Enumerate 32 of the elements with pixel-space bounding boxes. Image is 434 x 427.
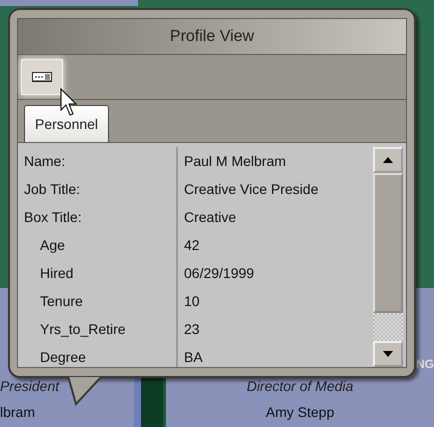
- popup-title: Profile View: [17, 18, 407, 55]
- property-label: Degree: [24, 343, 178, 367]
- box-job-title: President: [0, 378, 60, 394]
- property-label: Job Title:: [24, 175, 178, 203]
- property-value: BA: [183, 348, 204, 367]
- tab[interactable]: Personnel: [24, 105, 110, 142]
- property-value: 23: [183, 320, 201, 339]
- property-value: Creative: [183, 208, 238, 227]
- box-person-name: lbram: [0, 404, 36, 420]
- property-value: 10: [183, 292, 201, 311]
- property-label: Name:: [24, 147, 178, 175]
- property-value: Paul M Melbram: [183, 152, 287, 171]
- scroll-thumb[interactable]: [373, 173, 403, 313]
- scrollbar[interactable]: [373, 147, 403, 367]
- scroll-down-button[interactable]: [373, 341, 403, 367]
- card-icon: [32, 72, 52, 82]
- property-value: 06/29/1999: [183, 264, 256, 283]
- property-label: Age: [24, 231, 178, 259]
- down-arrow-icon: [383, 351, 393, 357]
- scroll-track[interactable]: [373, 313, 403, 341]
- card-view-button[interactable]: [21, 59, 63, 95]
- box-person-name: Amy Stepp: [266, 404, 334, 420]
- property-value: Creative Vice Preside: [183, 180, 320, 199]
- scroll-up-button[interactable]: [373, 147, 403, 173]
- property-value: 42: [183, 236, 201, 255]
- up-arrow-icon: [383, 157, 393, 163]
- box-job-title: Director of Media: [246, 378, 354, 394]
- property-label: Hired: [24, 259, 178, 287]
- property-label: Box Title:: [24, 203, 178, 231]
- property-label: Yrs_to_Retire: [24, 315, 178, 343]
- property-label: Tenure: [24, 287, 178, 315]
- mouse-pointer-icon: [60, 88, 80, 118]
